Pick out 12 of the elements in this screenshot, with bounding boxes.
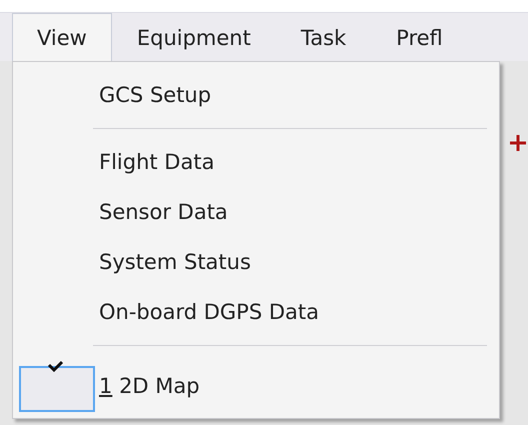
- menu-option[interactable]: GCS Setup: [99, 83, 212, 107]
- plus-icon: [508, 133, 528, 153]
- checkmark-icon: [47, 360, 63, 372]
- menu-item[interactable]: Task: [276, 13, 372, 61]
- menu-option[interactable]: 1 2D Map: [99, 374, 200, 398]
- menu-option[interactable]: System Status: [99, 250, 251, 274]
- menu-option[interactable]: Sensor Data: [99, 200, 228, 224]
- menu-item[interactable]: Prefl: [371, 13, 468, 61]
- menu-option[interactable]: On-board DGPS Data: [99, 300, 319, 324]
- menu-item[interactable]: View: [12, 13, 112, 61]
- menu-item[interactable]: Equipment: [112, 13, 276, 61]
- menu-option[interactable]: Flight Data: [99, 150, 214, 174]
